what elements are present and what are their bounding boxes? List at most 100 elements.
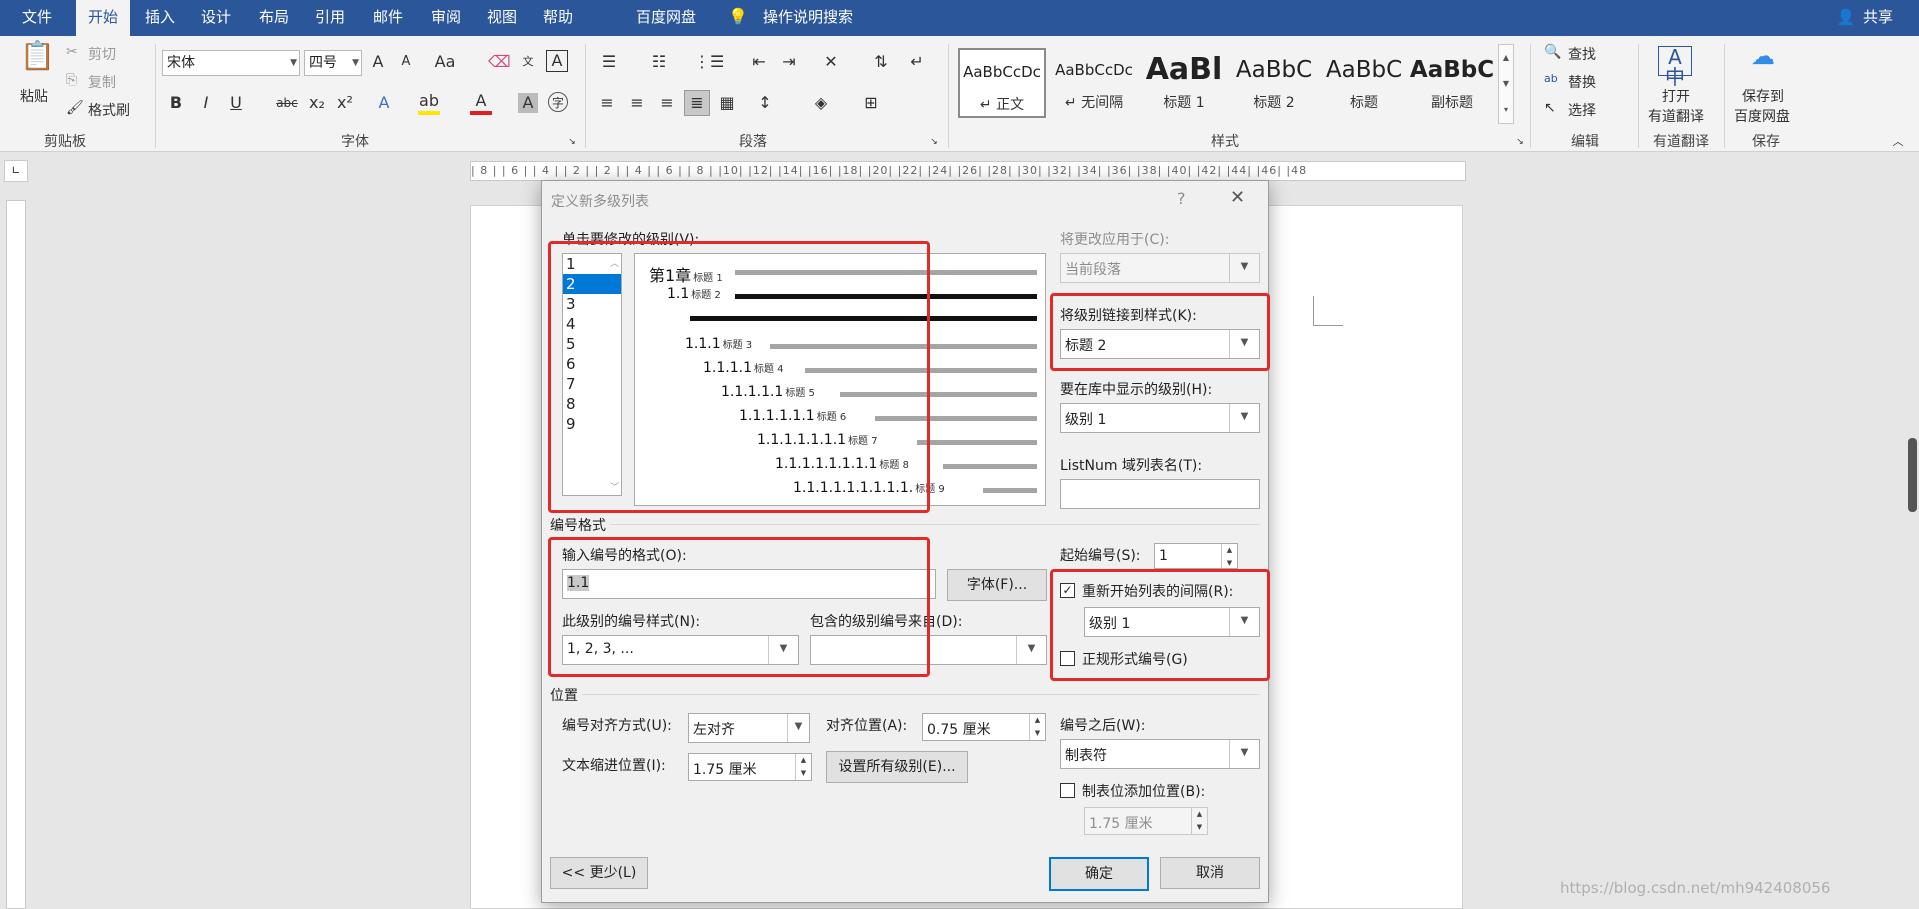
level-listbox[interactable]: 1 2 3 4 5 6 7 8 9 ︿ ﹀ <box>562 253 622 496</box>
include-from-combo[interactable]: ▼ <box>810 635 1047 665</box>
tell-me-search[interactable]: 操作说明搜索 <box>758 0 858 36</box>
phonetic-guide-icon[interactable]: 文 <box>518 52 538 72</box>
increase-indent-icon[interactable]: ⇥ <box>778 52 800 72</box>
align-center-icon[interactable]: ≡ <box>626 93 648 113</box>
dialog-launcher-icon[interactable]: ↘ <box>1514 132 1526 152</box>
follow-number-combo[interactable]: 制表符 ▼ <box>1060 739 1260 769</box>
numbering-icon[interactable]: ☷ <box>646 52 672 72</box>
text-effect-icon[interactable]: A <box>374 93 394 113</box>
styles-gallery-scroll[interactable]: ▲ ▼ ▾ <box>1498 44 1514 124</box>
collapse-ribbon-icon[interactable]: ︿ <box>1890 132 1906 152</box>
horizontal-ruler[interactable]: | 8 | | 6 | | 4 | | 2 | | 2 | | 4 | | 6 … <box>470 161 1466 181</box>
tab-review[interactable]: 审阅 <box>422 0 470 36</box>
spinner-arrows-icon[interactable]: ▲ ▼ <box>1029 714 1045 740</box>
level-item[interactable]: 6 <box>563 354 621 374</box>
tab-mailings[interactable]: 邮件 <box>364 0 412 36</box>
tab-view[interactable]: 视图 <box>478 0 526 36</box>
chinese-layout-icon[interactable]: ✕ <box>818 52 844 72</box>
restart-level-combo[interactable]: 级别 1 ▼ <box>1084 607 1260 637</box>
distributed-icon[interactable]: ▦ <box>716 93 738 113</box>
dialog-launcher-icon[interactable]: ↘ <box>928 132 940 152</box>
paste-icon[interactable]: 📋 <box>20 42 55 86</box>
style-no-spacing[interactable]: AaBbCcDc ↵ 无间隔 <box>1050 48 1138 118</box>
style-title[interactable]: AaBbC 标题 <box>1320 48 1408 118</box>
change-case-icon[interactable]: Aa <box>430 52 460 72</box>
baidu-netdisk-label[interactable]: 百度网盘 <box>1734 106 1790 126</box>
aligned-at-spinner[interactable]: 0.75 厘米 ▲ ▼ <box>922 713 1046 741</box>
set-all-levels-button[interactable]: 设置所有级别(E)... <box>826 751 968 783</box>
sort-icon[interactable]: ⇅ <box>870 52 892 72</box>
number-format-input[interactable]: 1.1 <box>562 569 936 599</box>
line-spacing-icon[interactable]: ↕ <box>754 93 776 113</box>
listnum-input[interactable] <box>1060 479 1260 509</box>
spinner-arrows-icon[interactable]: ▲ ▼ <box>795 754 811 780</box>
level-item[interactable]: 9 <box>563 414 621 434</box>
align-left-icon[interactable]: ≡ <box>596 93 618 113</box>
tab-stop-checkbox[interactable] <box>1060 783 1075 798</box>
tab-design[interactable]: 设计 <box>192 0 240 36</box>
save-to-label[interactable]: 保存到 <box>1742 86 1784 106</box>
vertical-ruler[interactable] <box>6 200 26 909</box>
style-subtitle[interactable]: AaBbC 副标题 <box>1408 48 1496 118</box>
tab-insert[interactable]: 插入 <box>136 0 184 36</box>
gallery-level-combo[interactable]: 级别 1 ▼ <box>1060 403 1260 433</box>
scroll-down-icon[interactable]: ﹀ <box>610 480 619 493</box>
link-style-combo[interactable]: 标题 2 ▼ <box>1060 329 1260 359</box>
style-normal[interactable]: AaBbCcDc ↵ 正文 <box>958 48 1046 118</box>
shading-icon[interactable]: ◈ <box>810 93 832 113</box>
clear-format-icon[interactable]: ⌫ <box>488 52 511 72</box>
number-style-combo[interactable]: 1, 2, 3, ... ▼ <box>562 635 799 665</box>
youdao-translate-label[interactable]: 有道翻译 <box>1648 106 1704 126</box>
tab-stop-spinner[interactable]: 1.75 厘米 ▲ ▼ <box>1084 807 1208 835</box>
legal-numbering-checkbox[interactable] <box>1060 651 1075 666</box>
show-marks-icon[interactable]: ↵ <box>906 52 928 72</box>
tab-selector-icon[interactable]: ∟ <box>4 160 28 182</box>
copy-button[interactable]: 复制 <box>88 72 116 92</box>
text-indent-spinner[interactable]: 1.75 厘米 ▲ ▼ <box>688 753 812 781</box>
format-painter-button[interactable]: 格式刷 <box>88 100 130 120</box>
select-button[interactable]: 选择 <box>1568 100 1596 120</box>
level-item[interactable]: 3 <box>563 294 621 314</box>
grow-font-icon[interactable]: A <box>368 52 388 72</box>
youdao-open-label[interactable]: 打开 <box>1662 86 1690 106</box>
underline-icon[interactable]: U <box>226 93 246 113</box>
tab-references[interactable]: 引用 <box>306 0 354 36</box>
tab-baidu-netdisk[interactable]: 百度网盘 <box>624 0 708 36</box>
scroll-up-icon[interactable]: ︿ <box>610 256 619 269</box>
char-shading-icon[interactable]: A <box>518 93 538 113</box>
tab-help[interactable]: 帮助 <box>534 0 582 36</box>
alignment-combo[interactable]: 左对齐 ▼ <box>688 713 810 743</box>
close-icon[interactable]: ✕ <box>1230 187 1245 208</box>
decrease-indent-icon[interactable]: ⇤ <box>748 52 770 72</box>
font-color-icon[interactable]: A <box>470 91 492 115</box>
baidu-netdisk-icon[interactable]: ☁ <box>1748 44 1778 76</box>
tab-file[interactable]: 文件 <box>8 0 66 36</box>
vertical-scrollbar[interactable] <box>1908 438 1917 512</box>
dialog-launcher-icon[interactable]: ↘ <box>566 132 578 152</box>
level-item[interactable]: 8 <box>563 394 621 414</box>
align-right-icon[interactable]: ≡ <box>656 93 678 113</box>
ok-button[interactable]: 确定 <box>1049 857 1149 891</box>
bullets-icon[interactable]: ☰ <box>596 52 622 72</box>
spinner-arrows-icon[interactable]: ▲ ▼ <box>1221 544 1237 568</box>
less-button[interactable]: << 更少(L) <box>550 857 648 889</box>
level-item[interactable]: 4 <box>563 314 621 334</box>
multilevel-list-icon[interactable]: ⋮☰ <box>694 52 724 72</box>
tab-layout[interactable]: 布局 <box>250 0 298 36</box>
find-button[interactable]: 查找 <box>1568 44 1596 64</box>
cancel-button[interactable]: 取消 <box>1160 857 1260 889</box>
level-item-selected[interactable]: 2 <box>563 274 621 294</box>
style-heading-2[interactable]: AaBbC 标题 2 <box>1230 48 1318 118</box>
level-item[interactable]: 5 <box>563 334 621 354</box>
font-name-combo[interactable]: 宋体 ▼ <box>162 50 300 76</box>
youdao-translate-icon[interactable]: A中 <box>1658 46 1692 87</box>
char-border-icon[interactable]: A <box>546 50 568 72</box>
cut-button[interactable]: 剪切 <box>88 44 116 64</box>
font-size-combo[interactable]: 四号 ▼ <box>304 50 362 76</box>
shrink-font-icon[interactable]: A <box>396 52 416 72</box>
share-button[interactable]: 共享 <box>1858 0 1898 36</box>
justify-icon[interactable]: ≣ <box>684 90 710 116</box>
highlight-icon[interactable]: ab <box>418 91 440 115</box>
start-at-spinner[interactable]: 1 ▲ ▼ <box>1154 543 1238 569</box>
subscript-icon[interactable]: x₂ <box>306 93 328 113</box>
